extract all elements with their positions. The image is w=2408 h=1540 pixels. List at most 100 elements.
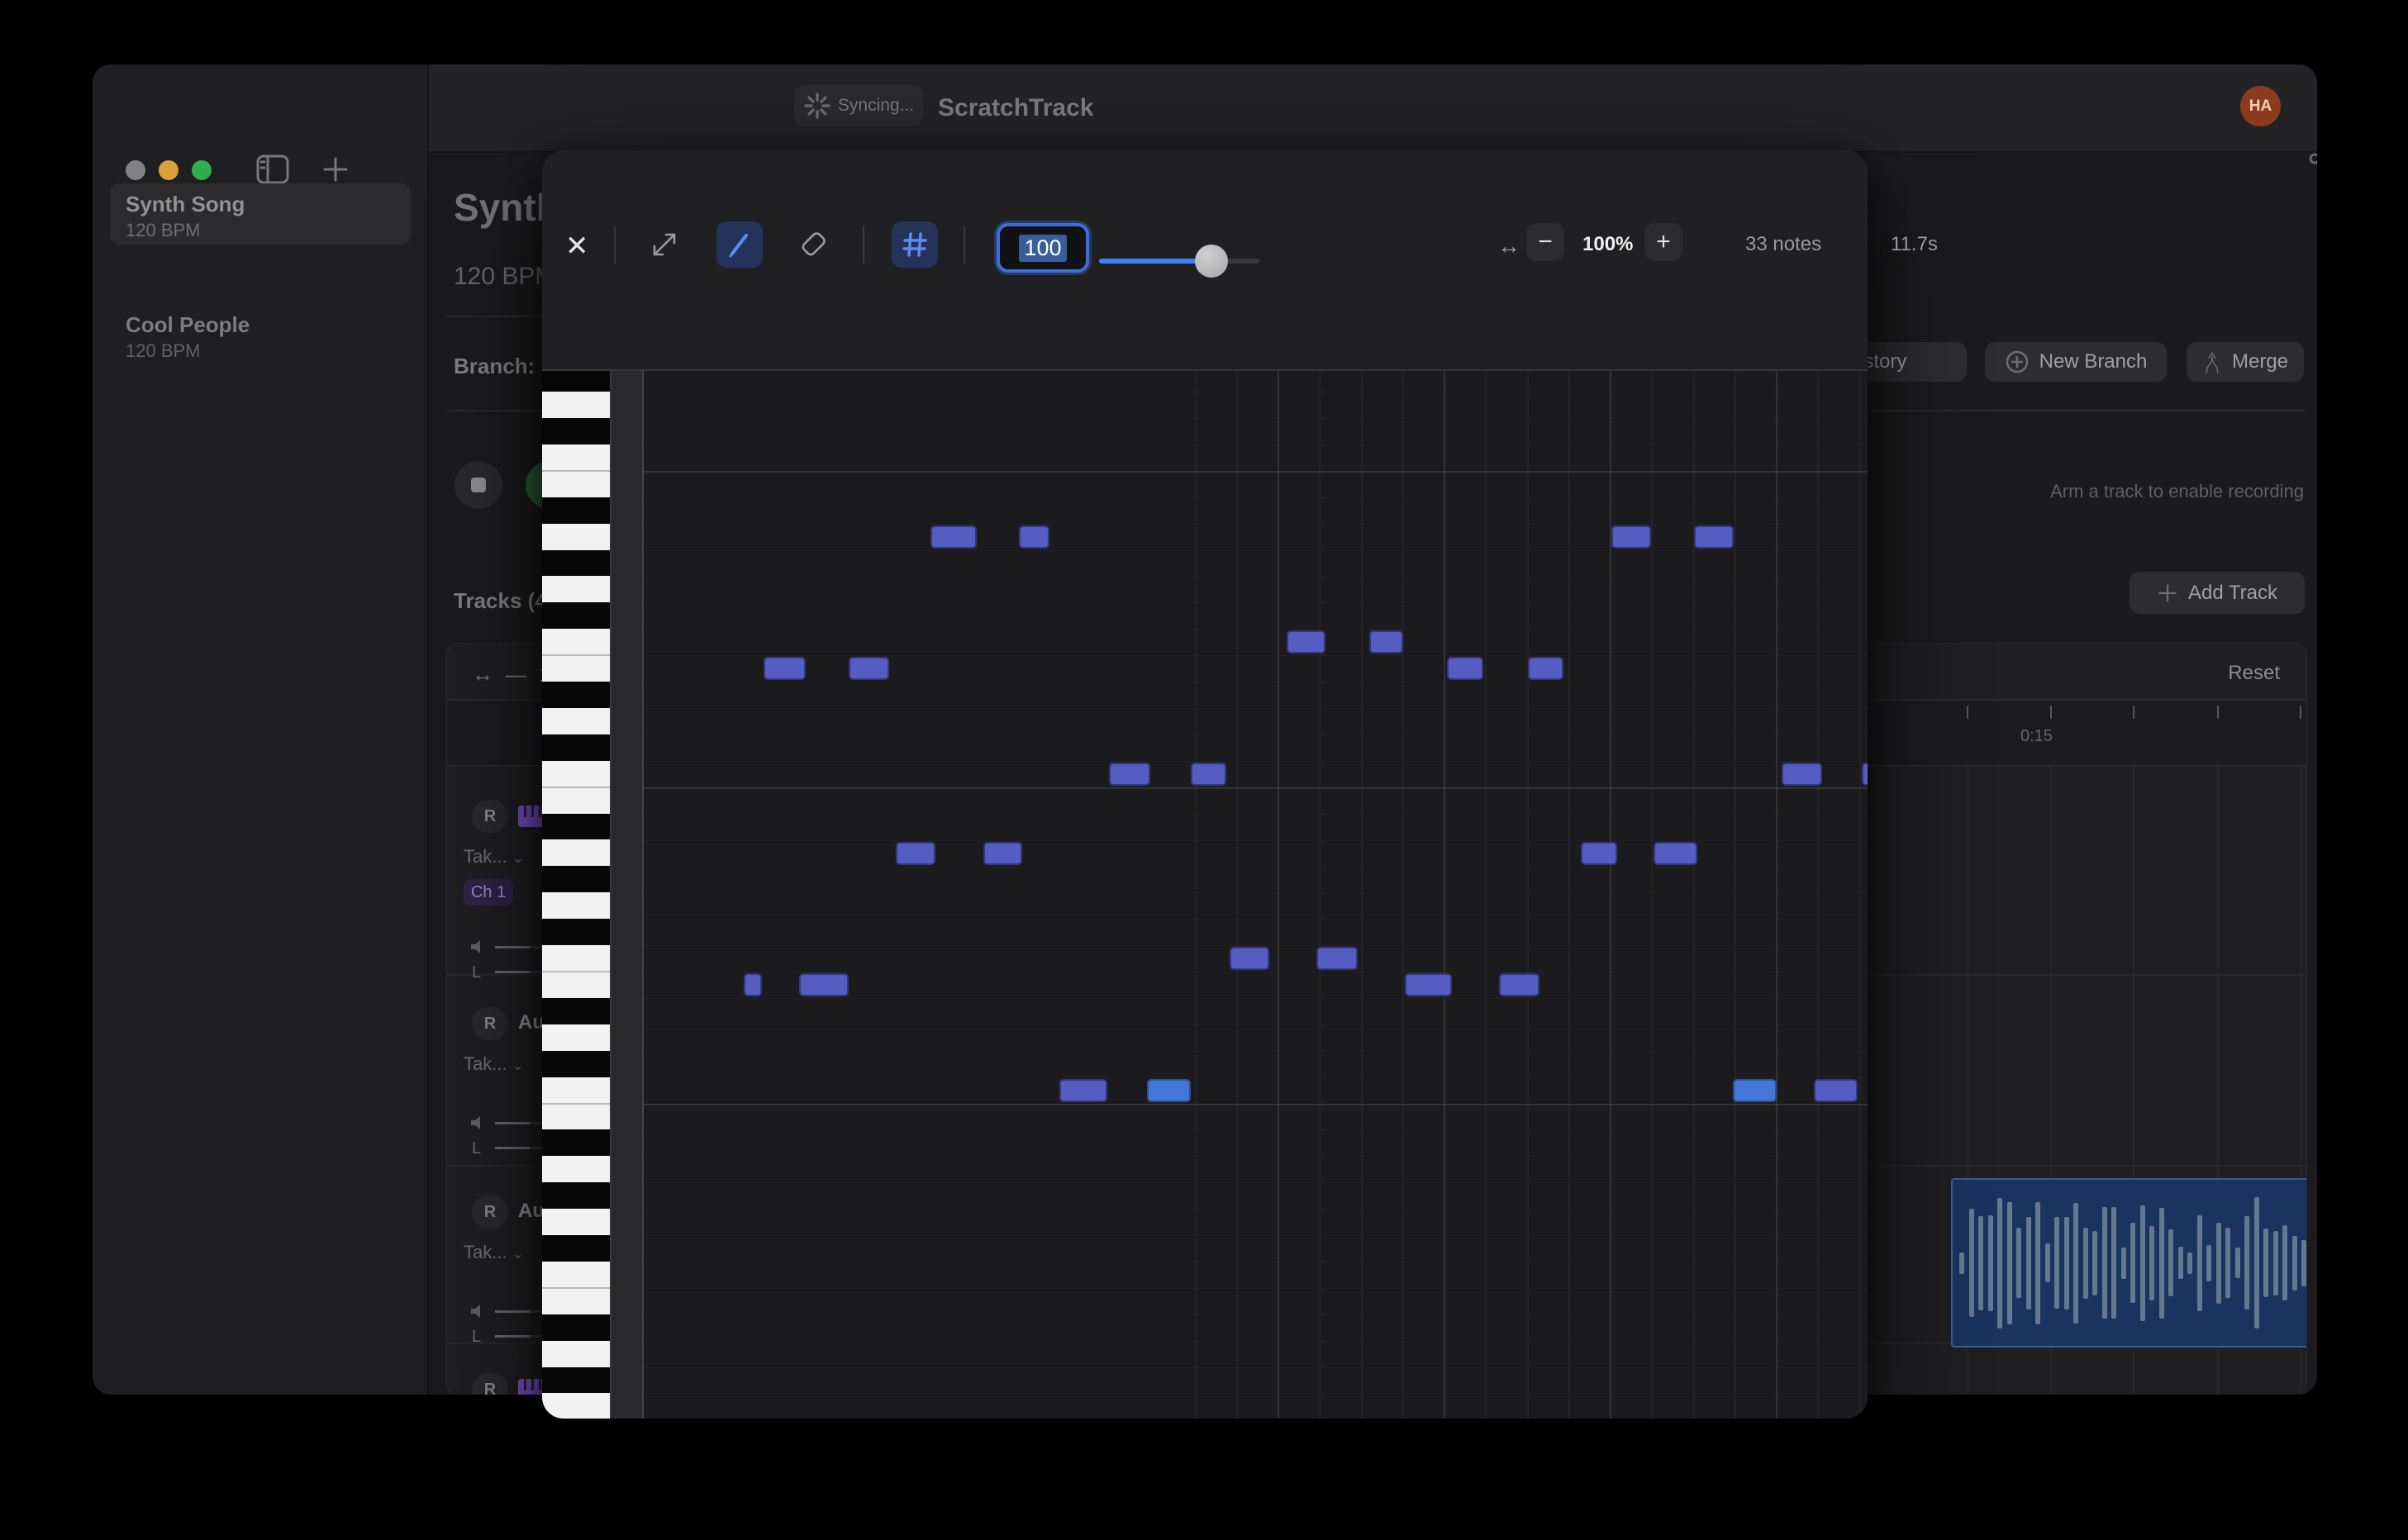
midi-note[interactable] <box>744 973 762 996</box>
midi-note[interactable] <box>1611 525 1651 549</box>
close-button[interactable]: ✕ <box>565 230 589 263</box>
midi-note[interactable] <box>896 842 935 865</box>
zoom-in-button[interactable]: + <box>1644 223 1682 261</box>
record-arm-button[interactable]: R <box>472 800 508 833</box>
white-key[interactable] <box>542 1156 610 1182</box>
midi-note[interactable] <box>1499 973 1540 996</box>
record-arm-button[interactable]: R <box>472 1195 508 1229</box>
black-key[interactable] <box>542 1314 610 1341</box>
zoom-out-button[interactable]: − <box>1526 223 1564 261</box>
record-arm-button[interactable]: R <box>472 1007 508 1040</box>
eraser-tool-button[interactable] <box>790 221 836 268</box>
midi-note[interactable] <box>764 657 806 680</box>
white-key[interactable] <box>542 1262 610 1288</box>
midi-note[interactable] <box>930 525 977 549</box>
stop-button[interactable] <box>454 461 502 509</box>
volume-slider[interactable] <box>495 1122 530 1124</box>
traffic-close-button[interactable] <box>126 160 145 180</box>
black-key[interactable] <box>542 550 610 577</box>
black-key[interactable] <box>542 734 610 761</box>
grid-snap-toggle[interactable] <box>892 221 938 268</box>
midi-note[interactable] <box>799 973 849 996</box>
white-key[interactable] <box>542 629 610 655</box>
volume-slider[interactable] <box>495 946 530 948</box>
black-key[interactable] <box>542 998 610 1024</box>
midi-note[interactable] <box>849 657 889 680</box>
white-key[interactable] <box>542 840 610 867</box>
midi-note[interactable] <box>1862 763 1868 786</box>
white-key[interactable] <box>542 892 610 919</box>
midi-note[interactable] <box>1316 947 1358 970</box>
midi-note[interactable] <box>1230 947 1269 970</box>
white-key[interactable] <box>542 392 610 418</box>
midi-note[interactable] <box>1019 525 1049 549</box>
white-key[interactable] <box>542 1393 610 1419</box>
note-grid[interactable] <box>642 371 1868 1419</box>
midi-note[interactable] <box>1782 763 1822 786</box>
midi-note[interactable] <box>1405 973 1452 996</box>
black-key[interactable] <box>542 866 610 892</box>
black-key[interactable] <box>542 1129 610 1156</box>
audio-region-waveform[interactable] <box>1951 1178 2307 1348</box>
white-key[interactable] <box>542 655 610 682</box>
white-key[interactable] <box>542 972 610 998</box>
black-key[interactable] <box>542 369 610 392</box>
black-key[interactable] <box>542 1182 610 1209</box>
song-list-item[interactable]: Synth Song120 BPM <box>110 183 411 245</box>
white-key[interactable] <box>542 761 610 787</box>
black-key[interactable] <box>542 418 610 444</box>
song-list-item[interactable]: Cool People120 BPM <box>110 304 411 365</box>
white-key[interactable] <box>542 577 610 603</box>
white-key[interactable] <box>542 708 610 734</box>
midi-note[interactable] <box>1581 842 1617 865</box>
midi-note[interactable] <box>1528 657 1563 680</box>
midi-note[interactable] <box>1694 525 1734 549</box>
midi-note[interactable] <box>1733 1079 1777 1102</box>
avatar[interactable]: HA <box>2240 86 2281 126</box>
midi-note[interactable] <box>1369 630 1403 654</box>
velocity-slider-knob[interactable] <box>1195 245 1228 278</box>
zoom-out-icon[interactable]: — <box>505 662 526 687</box>
white-key[interactable] <box>542 471 610 497</box>
black-key[interactable] <box>542 1051 610 1077</box>
black-key[interactable] <box>542 919 610 945</box>
record-arm-button[interactable]: R <box>472 1373 508 1395</box>
white-key[interactable] <box>542 1077 610 1104</box>
reset-button[interactable]: Reset <box>2228 662 2280 685</box>
midi-note[interactable] <box>1814 1079 1858 1102</box>
white-key[interactable] <box>542 444 610 471</box>
pan-slider[interactable] <box>495 1147 530 1149</box>
volume-slider[interactable] <box>495 1310 530 1313</box>
pan-slider[interactable] <box>495 971 530 973</box>
black-key[interactable] <box>542 602 610 629</box>
expand-icon[interactable] <box>648 228 681 261</box>
sidebar-toggle-icon[interactable] <box>256 154 289 184</box>
merge-button[interactable]: Merge <box>2187 342 2304 382</box>
traffic-minimize-button[interactable] <box>159 160 178 180</box>
midi-note[interactable] <box>1447 657 1483 680</box>
white-key[interactable] <box>542 945 610 972</box>
midi-note[interactable] <box>983 842 1022 865</box>
midi-note[interactable] <box>1191 763 1226 786</box>
pan-slider[interactable] <box>495 1335 530 1338</box>
white-key[interactable] <box>542 1341 610 1367</box>
white-key[interactable] <box>542 524 610 550</box>
branch-graph-icon[interactable] <box>2306 149 2317 192</box>
black-key[interactable] <box>542 1367 610 1394</box>
black-key[interactable] <box>542 682 610 708</box>
piano-roll[interactable]: C2C1C0C-1 <box>542 369 1868 1419</box>
midi-note[interactable] <box>1147 1079 1191 1102</box>
white-key[interactable] <box>542 787 610 814</box>
piano-keys[interactable] <box>542 371 610 1419</box>
traffic-zoom-button[interactable] <box>192 160 212 180</box>
new-branch-button[interactable]: New Branch <box>1985 342 2167 382</box>
zoom-fit-icon[interactable]: ↔ <box>472 662 493 687</box>
velocity-input[interactable]: 100 <box>997 223 1089 273</box>
black-key[interactable] <box>542 497 610 524</box>
midi-note[interactable] <box>1109 763 1150 786</box>
white-key[interactable] <box>542 1288 610 1314</box>
white-key[interactable] <box>542 1104 610 1130</box>
midi-note[interactable] <box>1059 1079 1107 1102</box>
white-key[interactable] <box>542 1024 610 1051</box>
midi-note[interactable] <box>1654 842 1697 865</box>
